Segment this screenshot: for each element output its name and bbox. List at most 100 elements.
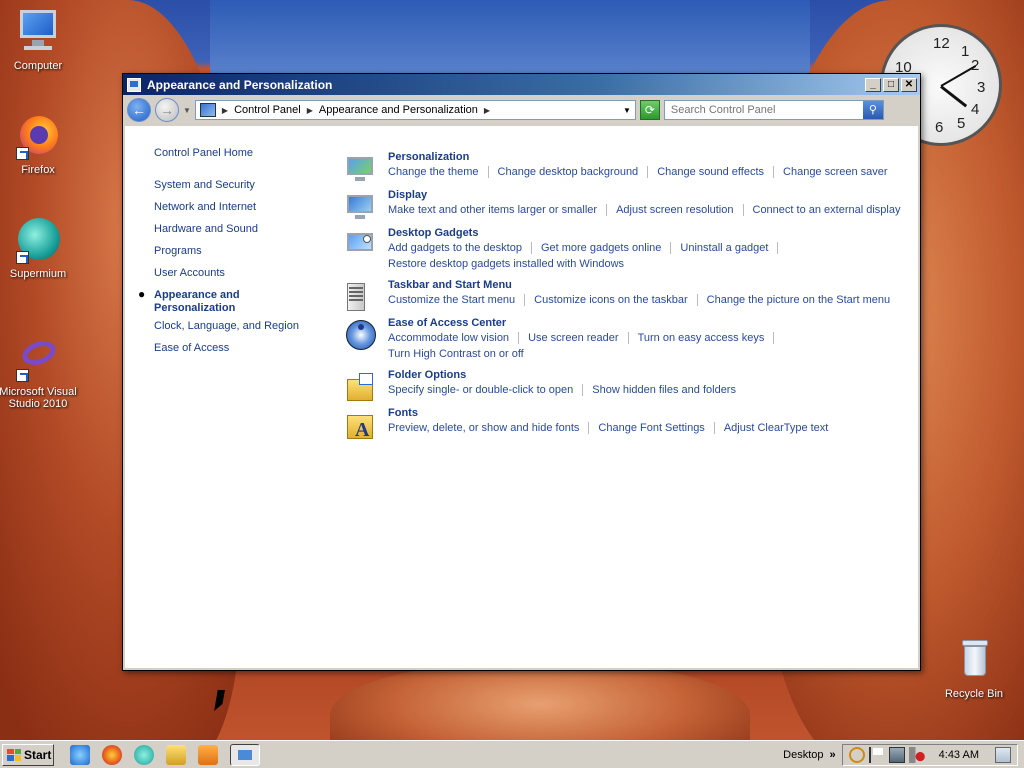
sidebar-item-programs[interactable]: Programs (154, 245, 202, 257)
clock-number: 12 (933, 35, 950, 52)
file-explorer-icon[interactable] (166, 744, 186, 765)
link-single-double-click[interactable]: Specify single- or double-click to open (388, 384, 573, 396)
desktop-icon-supermium[interactable]: Supermium (0, 216, 78, 280)
link-adjust-screen-resolution[interactable]: Adjust screen resolution (616, 204, 733, 216)
action-center-flag-icon[interactable] (868, 746, 885, 763)
minimize-button[interactable]: _ (865, 77, 881, 92)
breadcrumb-separator-icon[interactable]: ▶ (484, 106, 490, 115)
sidebar-item-user-accounts[interactable]: User Accounts (154, 267, 225, 279)
show-desktop-icon[interactable] (995, 746, 1011, 763)
firefox-icon[interactable] (102, 744, 122, 765)
category-title[interactable]: Folder Options (388, 369, 466, 381)
toolbar-chevron-icon[interactable]: » (830, 749, 836, 761)
media-player-icon[interactable] (198, 744, 218, 765)
taskbar: Start Desktop » 4:43 AM (0, 740, 1024, 768)
supermium-icon (14, 216, 62, 264)
link-change-theme[interactable]: Change the theme (388, 166, 479, 178)
breadcrumb-separator-icon[interactable]: ▶ (307, 106, 313, 115)
clock-number: 3 (977, 79, 986, 96)
desktop-toolbar-label[interactable]: Desktop (783, 749, 823, 761)
link-easy-access-keys[interactable]: Turn on easy access keys (638, 332, 765, 344)
sidebar-item-system-and-security[interactable]: System and Security (154, 179, 255, 191)
close-button[interactable]: ✕ (901, 77, 917, 92)
link-accommodate-low-vision[interactable]: Accommodate low vision (388, 332, 509, 344)
folder-options-icon (345, 371, 377, 403)
link-change-desktop-background[interactable]: Change desktop background (498, 166, 639, 178)
system-clock[interactable]: 4:43 AM (939, 749, 979, 761)
link-show-hidden-files[interactable]: Show hidden files and folders (592, 384, 736, 396)
taskbar-icon (345, 281, 377, 313)
control-panel-taskbar-button[interactable] (230, 743, 260, 766)
address-dropdown-icon[interactable]: ▼ (623, 106, 631, 115)
link-get-more-gadgets[interactable]: Get more gadgets online (541, 242, 661, 254)
computer-icon (14, 8, 62, 56)
link-change-font-settings[interactable]: Change Font Settings (598, 422, 704, 434)
search-icon[interactable] (848, 746, 865, 763)
link-add-gadgets[interactable]: Add gadgets to the desktop (388, 242, 522, 254)
desktop-gadgets-icon (345, 229, 377, 261)
sidebar-item-ease-of-access[interactable]: Ease of Access (154, 342, 229, 354)
link-change-start-picture[interactable]: Change the picture on the Start menu (707, 294, 890, 306)
internet-explorer-icon[interactable] (70, 744, 90, 765)
desktop-icon-label: Microsoft Visual Studio 2010 (0, 386, 77, 410)
link-customize-taskbar-icons[interactable]: Customize icons on the taskbar (534, 294, 687, 306)
breadcrumb-item[interactable]: Control Panel (234, 104, 301, 116)
sidebar-item-hardware-and-sound[interactable]: Hardware and Sound (154, 223, 258, 235)
sidebar-item-network-and-internet[interactable]: Network and Internet (154, 201, 256, 213)
link-uninstall-gadget[interactable]: Uninstall a gadget (680, 242, 768, 254)
link-connect-external-display[interactable]: Connect to an external display (753, 204, 901, 216)
desktop-icon-label: Firefox (21, 164, 55, 176)
clock-number: 6 (935, 119, 944, 136)
window-titlebar[interactable]: Appearance and Personalization _ □ ✕ (123, 74, 920, 95)
breadcrumb-item[interactable]: Appearance and Personalization (319, 104, 478, 116)
desktop-icon-recycle-bin[interactable]: Recycle Bin (934, 636, 1014, 700)
display-icon (345, 191, 377, 223)
breadcrumb[interactable]: ▶ Control Panel ▶ Appearance and Persona… (194, 100, 636, 120)
desktop-icon-firefox[interactable]: Firefox (0, 112, 78, 176)
control-panel-icon (127, 77, 141, 92)
clock-number: 1 (961, 43, 970, 60)
start-button[interactable]: Start (2, 743, 54, 766)
link-change-sound-effects[interactable]: Change sound effects (657, 166, 764, 178)
desktop-icon-computer[interactable]: Computer (0, 8, 78, 72)
sidebar-item-clock-language-region[interactable]: Clock, Language, and Region (154, 320, 299, 332)
search-box: ⚲ (663, 100, 884, 120)
desktop-icon-label: Supermium (9, 268, 67, 280)
recycle-bin-icon (950, 636, 998, 684)
content-pane: Control Panel Home System and Security N… (125, 126, 918, 668)
category-title[interactable]: Taskbar and Start Menu (388, 279, 512, 291)
supermium-icon[interactable] (134, 744, 154, 765)
category-title[interactable]: Fonts (388, 407, 418, 419)
sidebar-item-control-panel-home[interactable]: Control Panel Home (154, 147, 253, 159)
link-customize-start-menu[interactable]: Customize the Start menu (388, 294, 515, 306)
refresh-button[interactable]: ⟳ (639, 100, 660, 120)
window-title: Appearance and Personalization (147, 77, 333, 92)
back-button[interactable]: ← (127, 98, 151, 122)
clock-minute-hand (940, 65, 977, 87)
category-title[interactable]: Desktop Gadgets (388, 227, 478, 239)
link-make-text-larger[interactable]: Make text and other items larger or smal… (388, 204, 597, 216)
category-title[interactable]: Ease of Access Center (388, 317, 506, 329)
recent-pages-dropdown[interactable]: ▼ (183, 106, 191, 115)
network-icon[interactable] (888, 746, 905, 763)
link-change-screen-saver[interactable]: Change screen saver (783, 166, 888, 178)
link-use-screen-reader[interactable]: Use screen reader (528, 332, 619, 344)
link-adjust-cleartype[interactable]: Adjust ClearType text (724, 422, 829, 434)
volume-muted-icon[interactable] (908, 746, 925, 763)
windows-logo-icon (7, 748, 21, 761)
desktop-icon-label: Recycle Bin (944, 688, 1004, 700)
sidebar-item-appearance-and-personalization[interactable]: Appearance and Personalization (154, 289, 264, 315)
search-input[interactable] (664, 104, 863, 116)
search-icon[interactable]: ⚲ (862, 101, 883, 119)
category-title[interactable]: Display (388, 189, 427, 201)
link-high-contrast[interactable]: Turn High Contrast on or off (388, 348, 524, 360)
breadcrumb-separator-icon[interactable]: ▶ (222, 106, 228, 115)
link-preview-fonts[interactable]: Preview, delete, or show and hide fonts (388, 422, 579, 434)
maximize-button[interactable]: □ (883, 77, 899, 92)
link-restore-gadgets[interactable]: Restore desktop gadgets installed with W… (388, 258, 624, 270)
desktop-icon-label: Computer (13, 60, 63, 72)
notification-area: 4:43 AM (841, 743, 1018, 766)
category-title[interactable]: Personalization (388, 151, 469, 163)
forward-button[interactable]: → (155, 98, 179, 122)
desktop-icon-visual-studio[interactable]: Microsoft Visual Studio 2010 (0, 334, 78, 410)
